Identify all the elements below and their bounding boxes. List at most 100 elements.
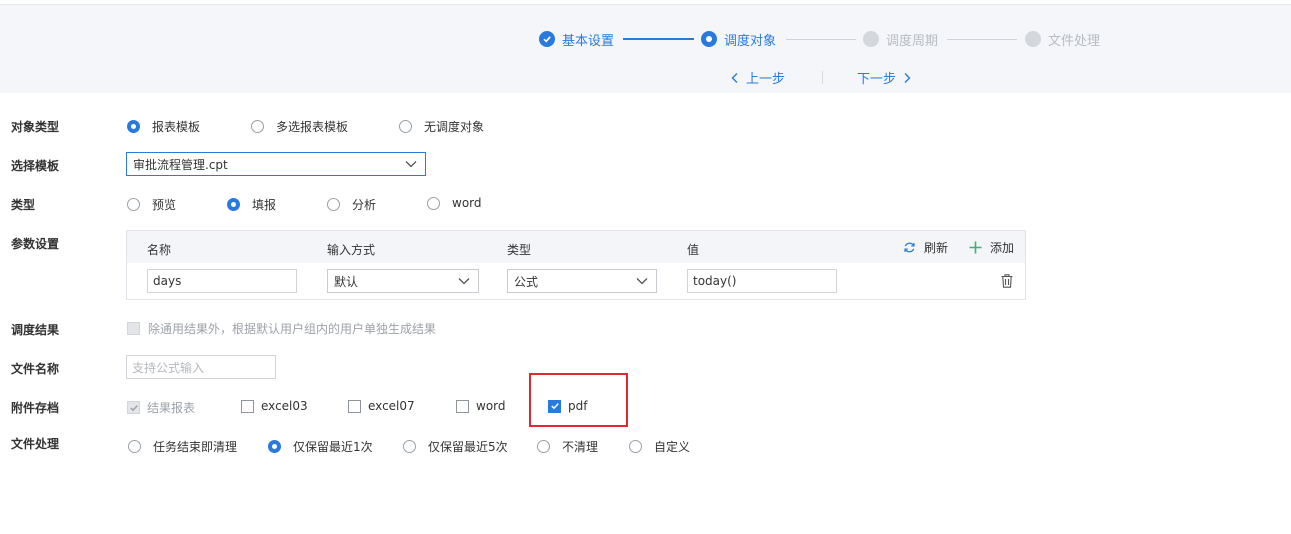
radio-icon [251, 120, 264, 133]
type-option-word[interactable]: word [427, 196, 482, 210]
option-label: 仅保留最近5次 [428, 440, 508, 454]
add-param-button[interactable]: 添加 [969, 239, 1014, 256]
file-processing-option-keep-5[interactable]: 仅保留最近5次 [403, 438, 508, 455]
step-schedule-object[interactable]: 调度对象 [701, 30, 776, 49]
radio-icon [327, 198, 340, 211]
file-processing-option-keep-1[interactable]: 仅保留最近1次 [268, 438, 373, 455]
type-option-analysis[interactable]: 分析 [327, 196, 376, 213]
refresh-label: 刷新 [924, 241, 949, 255]
template-label: 选择模板 [11, 159, 60, 173]
radio-selected-icon [227, 198, 240, 211]
param-input-mode-value: 默认 [334, 274, 359, 289]
object-type-option-multi[interactable]: 多选报表模板 [251, 118, 348, 135]
params-table-header: 名称 输入方式 类型 值 刷新 添加 [127, 231, 1025, 263]
file-processing-option-no-clean[interactable]: 不清理 [537, 438, 598, 455]
file-processing-option-clean-on-end[interactable]: 任务结束即清理 [128, 438, 237, 455]
step-file-processing[interactable]: 文件处理 [1025, 30, 1101, 49]
checkbox-disabled-icon [127, 322, 140, 335]
param-name-input[interactable]: days [147, 269, 297, 293]
option-label: 不清理 [562, 440, 599, 454]
checkbox-icon [456, 399, 469, 413]
check-icon [539, 31, 555, 47]
chevron-down-icon [636, 278, 648, 285]
radio-selected-icon [127, 120, 140, 133]
attachment-option-word[interactable]: word [456, 399, 506, 413]
template-select-value: 审批流程管理.cpt [133, 157, 228, 172]
radio-icon [399, 120, 412, 133]
option-label: 结果报表 [147, 401, 196, 415]
attachment-option-result-report[interactable]: 结果报表 [127, 399, 195, 416]
prev-step-label: 上一步 [746, 72, 786, 87]
radio-selected-icon [268, 440, 281, 453]
radio-icon [537, 440, 550, 453]
object-type-label: 对象类型 [11, 120, 60, 134]
attachment-option-excel07[interactable]: excel07 [348, 399, 415, 413]
template-select[interactable]: 审批流程管理.cpt [126, 152, 426, 176]
checkbox-icon [348, 399, 361, 413]
option-label: 报表模板 [152, 120, 201, 134]
option-label: 预览 [152, 198, 177, 212]
prev-step-button[interactable]: 上一步 [730, 68, 785, 87]
filename-input[interactable]: 支持公式输入 [126, 355, 276, 379]
trash-icon[interactable] [1001, 274, 1013, 288]
chevron-left-icon [731, 72, 738, 83]
object-type-option-none[interactable]: 无调度对象 [399, 118, 484, 135]
step-bar: 基本设置 调度对象 调度周期 文件处理 上一步 下一步 [0, 4, 1291, 93]
nav-divider [822, 71, 823, 84]
separate-result-checkbox[interactable]: 除通用结果外，根据默认用户组内的用户单独生成结果 [127, 320, 436, 337]
type-label: 类型 [11, 198, 36, 212]
file-processing-option-custom[interactable]: 自定义 [629, 438, 690, 455]
option-label: excel03 [261, 399, 308, 413]
plus-icon [969, 241, 982, 254]
params-label: 参数设置 [11, 237, 60, 251]
option-label: 多选报表模板 [276, 120, 349, 134]
step-basic-settings[interactable]: 基本设置 [539, 30, 615, 49]
separate-result-text: 除通用结果外，根据默认用户组内的用户单独生成结果 [148, 322, 437, 336]
pending-step-icon [1025, 31, 1041, 47]
option-label: excel07 [368, 399, 415, 413]
params-table: 名称 输入方式 类型 值 刷新 添加 days 默认 公式 today() [126, 230, 1026, 300]
radio-icon [127, 198, 140, 211]
option-label: 无调度对象 [424, 120, 485, 134]
highlight-box [529, 373, 628, 427]
column-header-input-mode: 输入方式 [327, 243, 376, 257]
type-option-fill[interactable]: 填报 [227, 196, 276, 213]
column-header-type: 类型 [507, 243, 532, 257]
checkbox-checked-disabled-icon [127, 401, 140, 414]
chevron-right-icon [904, 72, 911, 83]
param-value-input[interactable]: today() [687, 269, 837, 293]
attachment-option-excel03[interactable]: excel03 [241, 399, 308, 413]
file-processing-label: 文件处理 [11, 437, 60, 451]
checkbox-icon [241, 399, 254, 413]
pending-step-icon [863, 31, 879, 47]
radio-icon [629, 440, 642, 453]
option-label: word [476, 399, 506, 413]
current-step-icon [701, 31, 717, 47]
option-label: 任务结束即清理 [153, 440, 238, 454]
step-label: 基本设置 [562, 33, 615, 49]
param-type-value: 公式 [514, 274, 539, 289]
refresh-button[interactable]: 刷新 [903, 239, 948, 256]
chevron-down-icon [458, 278, 470, 285]
step-connector [947, 39, 1017, 40]
attachments-label: 附件存档 [11, 401, 60, 415]
option-label: 仅保留最近1次 [293, 440, 373, 454]
refresh-icon [904, 242, 915, 253]
radio-icon [128, 440, 141, 453]
result-label: 调度结果 [11, 323, 60, 337]
step-label: 文件处理 [1048, 33, 1101, 49]
param-input-mode-select[interactable]: 默认 [327, 269, 479, 293]
chevron-down-icon [405, 161, 417, 168]
option-label: word [452, 196, 482, 210]
type-option-preview[interactable]: 预览 [127, 196, 176, 213]
filename-label: 文件名称 [11, 362, 60, 376]
step-schedule-period[interactable]: 调度周期 [863, 30, 938, 49]
next-step-button[interactable]: 下一步 [857, 68, 912, 87]
radio-icon [427, 196, 440, 210]
column-header-name: 名称 [147, 243, 172, 257]
radio-icon [403, 440, 416, 453]
option-label: 分析 [352, 198, 377, 212]
object-type-option-template[interactable]: 报表模板 [127, 118, 200, 135]
param-type-select[interactable]: 公式 [507, 269, 657, 293]
option-label: 自定义 [654, 440, 691, 454]
